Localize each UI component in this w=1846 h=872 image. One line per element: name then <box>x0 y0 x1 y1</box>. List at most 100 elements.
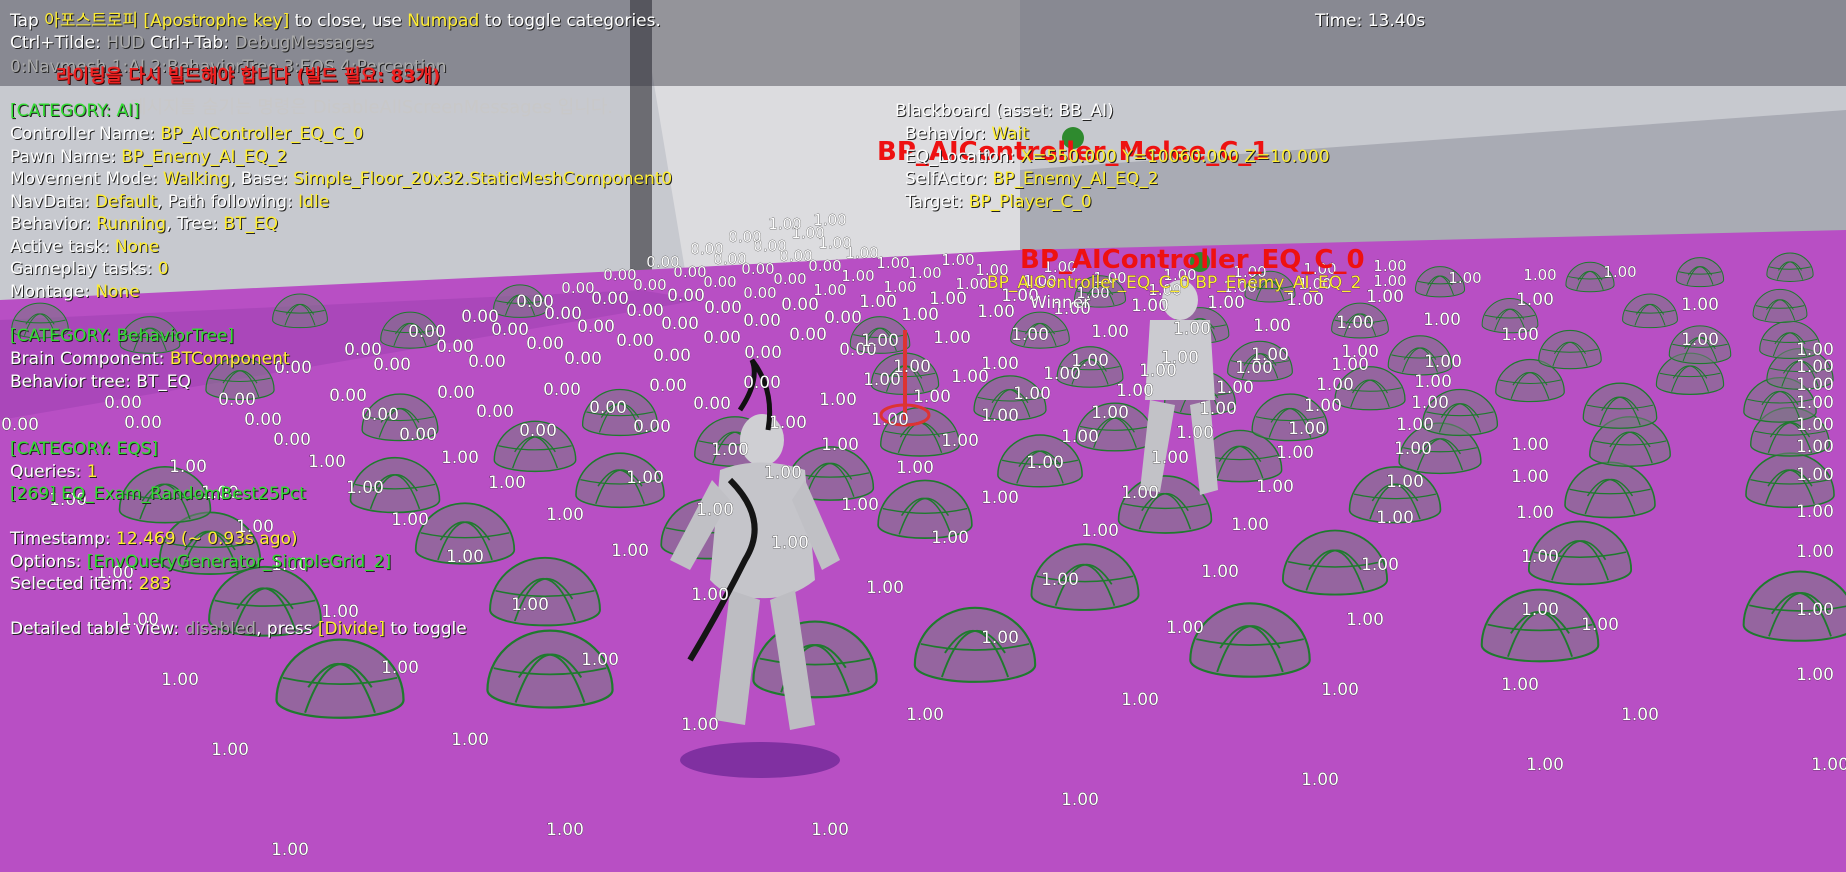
eqs-score-label: 1.00 <box>581 650 619 670</box>
field-value: 283 <box>138 574 172 594</box>
ai-montage: Montage: None <box>10 281 140 303</box>
eqs-score-label: 0.00 <box>516 292 554 312</box>
field-value: BP_Enemy_AI_EQ_2 <box>121 147 288 167</box>
eqs-score-label: 1.00 <box>1521 547 1559 567</box>
eqs-score-label: 1.00 <box>1423 310 1461 330</box>
eqs-score-label: 1.00 <box>511 595 549 615</box>
eqs-score-label: 1.00 <box>271 840 309 860</box>
debug-messages-toggle[interactable]: DebugMessages <box>234 33 373 53</box>
eqs-score-label: 1.00 <box>546 505 584 525</box>
eqs-score-label: 1.00 <box>1414 372 1452 392</box>
eqs-score-label: 1.00 <box>1061 427 1099 447</box>
eqs-score-label: 0.00 <box>704 298 742 318</box>
field-label: to toggle <box>385 619 467 639</box>
eqs-score-label: 0.00 <box>703 328 741 348</box>
eqs-score-label: 1.00 <box>346 478 384 498</box>
eqs-score-label: 1.00 <box>1796 357 1834 377</box>
lighting-rebuild-warning: 라이팅을 다시 빌드해야 합니다 (빌드 필요: 83개) <box>56 66 441 87</box>
eqs-score-label: 0.00 <box>773 270 806 288</box>
eqs-score-label: 1.00 <box>1346 610 1384 630</box>
eqs-score-label: 1.00 <box>691 585 729 605</box>
field-value: None <box>114 237 160 257</box>
eqs-score-label: 1.00 <box>813 211 846 229</box>
field-label: Brain Component: <box>10 349 170 369</box>
eqs-score-label: 1.00 <box>913 387 951 407</box>
eqs-score-label: 1.00 <box>871 410 909 430</box>
field-value: Default <box>94 192 158 212</box>
field-label: Selected item: <box>10 574 139 594</box>
eqs-score-label: 1.00 <box>981 354 1019 374</box>
eqs-score-label: 1.00 <box>1091 322 1129 342</box>
eqs-score-label: 1.00 <box>1116 381 1154 401</box>
field-label: Active task: <box>10 237 115 257</box>
eqs-score-label: 1.00 <box>821 435 859 455</box>
eqs-score-label: 1.00 <box>1336 313 1374 333</box>
field-label: NavData: <box>10 192 95 212</box>
field-value: BTComponent <box>169 349 290 369</box>
hud-toggle[interactable]: HUD <box>106 33 144 53</box>
eqs-score-label: 1.00 <box>611 541 649 561</box>
eqs-score-label: 1.00 <box>169 457 207 477</box>
eqs-score-label: 1.00 <box>1176 423 1214 443</box>
eqs-score-label: 0.00 <box>577 317 615 337</box>
eqs-score-label: 0.00 <box>589 398 627 418</box>
field-label: Queries: <box>10 462 87 482</box>
eqs-score-label: 1.00 <box>861 331 899 351</box>
eqs-score-label: 0.00 <box>661 314 699 334</box>
eqs-score-label: 1.00 <box>1251 345 1289 365</box>
eqs-score-label: 1.00 <box>1366 287 1404 307</box>
eqs-score-label: 1.00 <box>441 448 479 468</box>
actor-name-tag: BP_AIController_EQ_C_0 BP_Enemy_AI_EQ_2 <box>987 273 1361 293</box>
eqs-score-label: 1.00 <box>391 510 429 530</box>
eqs-score-label: 1.00 <box>1394 439 1432 459</box>
eqs-score-label: 0.00 <box>273 430 311 450</box>
field-value: None <box>95 282 140 302</box>
field-value: BP_Enemy_AI_EQ_2 <box>992 169 1159 189</box>
field-label: Gameplay tasks: <box>10 259 158 279</box>
hint-text: Ctrl+Tab: <box>144 33 235 53</box>
ai-movement-mode: Movement Mode: Walking, Base: Simple_Flo… <box>10 168 672 190</box>
eqs-score-label: 1.00 <box>941 251 974 269</box>
eqs-score-label: 1.00 <box>1201 562 1239 582</box>
eqs-score-label: 0.00 <box>744 343 782 363</box>
eqs-score-label: 1.00 <box>1316 375 1354 395</box>
blackboard-eq-location: EQ_Location: X=550.000 Y=10060.000 Z=10.… <box>905 146 1330 168</box>
eqs-score-label: 1.00 <box>1011 325 1049 345</box>
field-label: Controller Name: <box>10 124 161 144</box>
eqs-score-label: 1.00 <box>1796 415 1834 435</box>
eqs-score-label: 1.00 <box>161 670 199 690</box>
eqs-score-label: 0.00 <box>344 340 382 360</box>
field-label: , Tree: <box>166 214 224 234</box>
eqs-score-label: 0.00 <box>244 410 282 430</box>
eqs-table-toggle-hint: Detailed table view: disabled, press [Di… <box>10 618 467 640</box>
eqs-options: Options: [EnvQueryGenerator_SimpleGrid_2… <box>10 551 391 573</box>
field-label: Timestamp: <box>10 529 117 549</box>
eqs-timestamp: Timestamp: 12.469 (~ 0.93s ago) <box>10 528 298 550</box>
eqs-score-label: 1.00 <box>1526 755 1564 775</box>
eqs-score-label: 1.00 <box>1796 437 1834 457</box>
eqs-score-label: 1.00 <box>1276 443 1314 463</box>
field-label: Options: <box>10 552 87 572</box>
eqs-score-label: 0.00 <box>646 253 679 271</box>
field-label: Movement Mode: <box>10 169 163 189</box>
eqs-score-label: 0.00 <box>616 331 654 351</box>
eqs-score-label: 1.00 <box>1516 503 1554 523</box>
divide-key-hint: [Divide] <box>317 619 386 639</box>
eqs-score-label: 1.00 <box>1301 770 1339 790</box>
field-label: Behavior: <box>10 214 97 234</box>
eqs-score-label: 1.00 <box>1796 465 1834 485</box>
eqs-score-label: 1.00 <box>981 406 1019 426</box>
eqs-score-label: 0.00 <box>728 228 761 246</box>
eqs-score-label: 1.00 <box>1071 351 1109 371</box>
eqs-score-label: 1.00 <box>1511 435 1549 455</box>
eqs-score-label: 1.00 <box>981 628 1019 648</box>
field-label: SelfActor: <box>905 169 993 189</box>
eqs-score-label: 1.00 <box>1523 266 1556 284</box>
ai-navdata: NavData: Default, Path following: Idle <box>10 191 329 213</box>
eqs-score-label: 1.00 <box>841 495 879 515</box>
eqs-score-label: 1.00 <box>211 740 249 760</box>
eqs-score-label: 1.00 <box>1501 675 1539 695</box>
eqs-score-label: 1.00 <box>1361 555 1399 575</box>
eqs-score-label: 1.00 <box>1304 396 1342 416</box>
eqs-score-label: 1.00 <box>1796 375 1834 395</box>
